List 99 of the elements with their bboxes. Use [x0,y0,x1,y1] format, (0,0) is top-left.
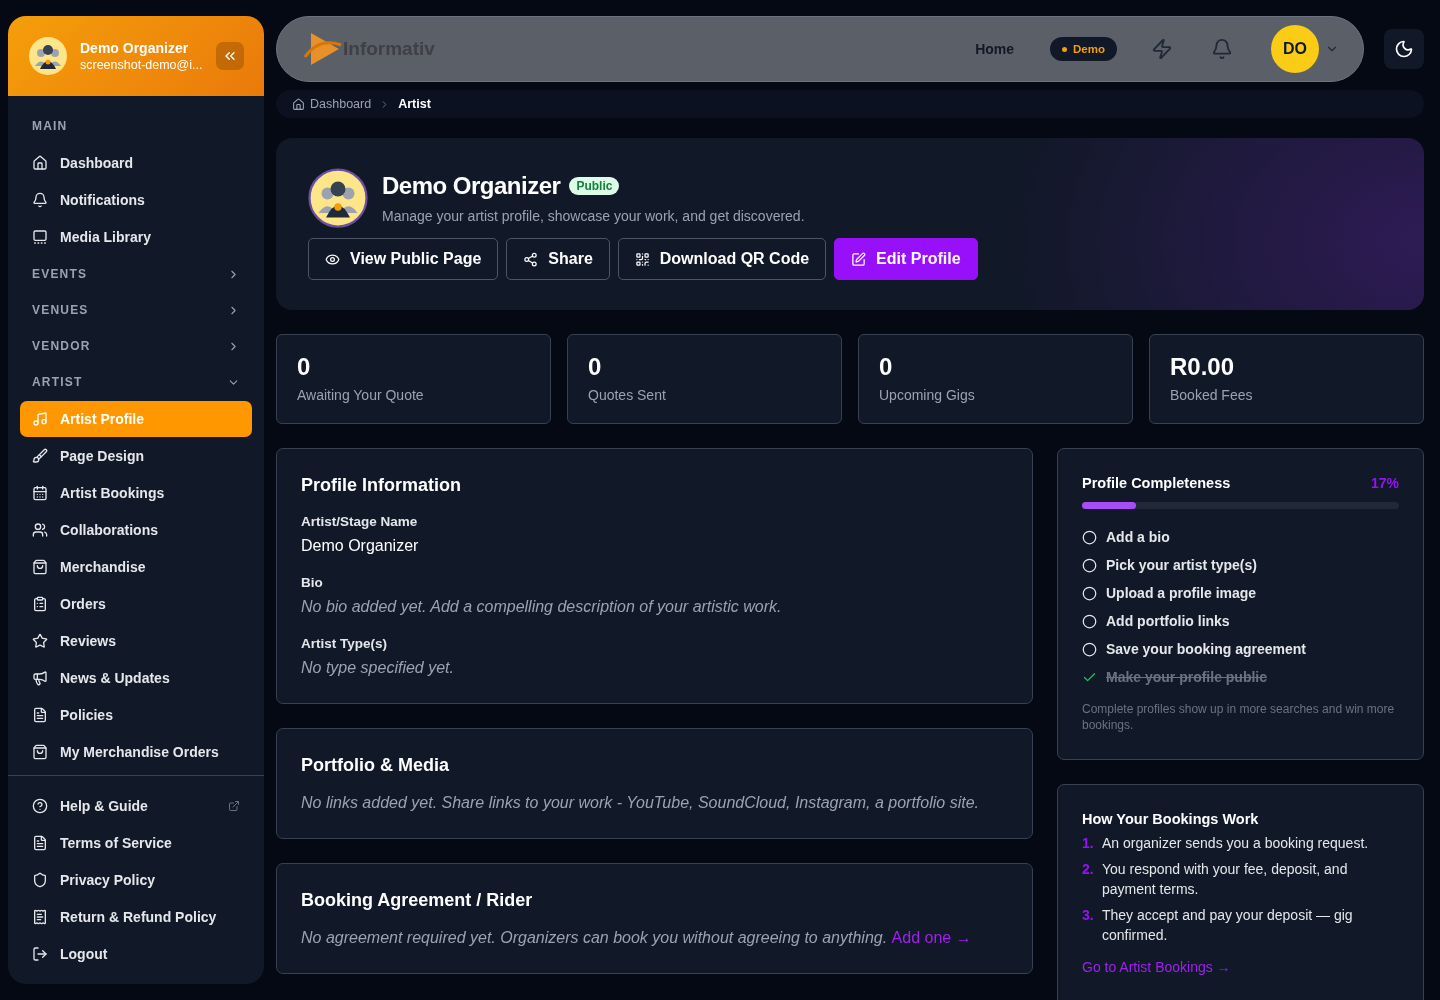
step-text: They accept and pay your deposit — gig confirmed. [1102,906,1354,945]
nav-icon [32,485,48,501]
user-avatar[interactable]: DO [1271,25,1319,73]
step-number: 3. [1082,906,1094,925]
nav-item[interactable]: Notifications [20,182,252,218]
user-name: Demo Organizer [80,40,190,56]
external-link-icon [228,800,240,812]
field-value: Demo Organizer [301,537,420,555]
nav-item[interactable]: Orders [20,586,252,622]
step-number: 2. [1082,860,1094,879]
nav-item[interactable]: Return & Refund Policy [20,899,252,935]
nav-item[interactable]: News & Updates [20,660,252,696]
nav-item[interactable]: Artist Bookings [20,475,252,511]
action-button[interactable]: Download QR Code [617,238,827,280]
step-text: An organizer sends you a booking request. [1102,834,1369,853]
field-value: No type specified yet. [301,659,455,677]
stat-label: Upcoming Gigs [879,387,976,403]
share-icon [523,251,539,267]
step-text: You respond with your fee, deposit, and payment terms. [1102,860,1349,899]
empty-message: No links added yet. Share links to your work - YouTube, SoundCloud, Instagram, a portfolio site. [301,794,980,812]
home-icon [292,97,305,111]
eye-icon [325,251,340,267]
field-label: Artist/Stage Name [301,514,419,529]
breadcrumb-item[interactable]: Artist [398,97,431,111]
stat-label: Quotes Sent [588,387,667,403]
user-email: screenshot-demo@i... [80,58,204,72]
field-value: No bio added yet. Add a compelling description of your artistic work. [301,598,783,616]
nav-icon [32,192,48,208]
card-title: Profile Completeness [1082,475,1231,491]
nav-icon [32,411,48,427]
theme-toggle-button[interactable] [1384,29,1424,69]
nav-section-heading[interactable]: EVENTS [32,267,88,281]
hint-text: Complete profiles show up in more searches and win more bookings. [1082,701,1396,733]
edit-icon [851,251,867,267]
status-badge: Public [569,177,620,195]
nav-icon [32,448,48,464]
nav-icon [32,909,48,925]
step-number: 1. [1082,834,1094,853]
stat-label: Booked Fees [1170,387,1254,403]
stat-value: 0 [588,353,603,381]
stat-value: R0.00 [1170,353,1236,381]
nav-icon [32,707,48,723]
nav-icon [32,835,48,851]
nav-icon [32,559,48,575]
nav-icon [32,798,48,814]
card-title: Profile Information [301,475,462,496]
collapse-button[interactable] [216,42,244,70]
nav-icon [32,872,48,888]
action-button[interactable]: Edit Profile [834,238,978,280]
nav-item[interactable]: Terms of Service [20,825,252,861]
stat-value: 0 [879,353,894,381]
avatar-icon [308,168,368,228]
nav-icon [32,229,48,245]
avatar-icon [28,36,68,76]
card-title: How Your Bookings Work [1082,811,1260,827]
empty-message: No agreement required yet. Organizers can book you without agreeing to anything. Add one → [301,929,973,947]
nav-icon [32,744,48,760]
stat-label: Awaiting Your Quote [297,387,425,403]
breadcrumb-item[interactable]: Dashboard [292,97,372,111]
field-label: Bio [301,575,324,590]
checklist-item: Upload a profile image [1106,585,1257,601]
checklist-item: Make your profile public [1106,669,1268,685]
nav-icon [32,946,48,962]
nav-section-heading: MAIN [32,119,68,133]
nav-item[interactable]: Reviews [20,623,252,659]
card-title: Portfolio & Media [301,755,450,776]
nav-section-heading[interactable]: ARTIST [32,375,83,389]
checklist-item: Add a bio [1106,529,1170,545]
checklist-item: Add portfolio links [1106,613,1230,629]
hero-subtitle: Manage your artist profile, showcase your work, and get discovered. [382,208,805,224]
action-button[interactable]: View Public Page [308,238,499,280]
artist-name: Demo Organizer [382,172,561,200]
nav-section-heading[interactable]: VENUES [32,303,89,317]
nav-icon [32,522,48,538]
checklist-item: Pick your artist type(s) [1106,557,1257,573]
moon-icon [1394,39,1414,59]
percent-text: 17% [1370,475,1399,491]
nav-section-heading[interactable]: VENDOR [32,339,91,353]
nav-item[interactable]: Policies [20,697,252,733]
qr-code-icon [634,251,650,267]
card-title: Booking Agreement / Rider [301,890,534,911]
nav-icon [32,670,48,686]
nav-icon [32,633,48,649]
nav-item[interactable]: My Merchandise Orders [20,734,252,770]
demo-badge: Demo [1050,37,1117,61]
nav-item[interactable]: Merchandise [20,549,252,585]
nav-item[interactable]: Collaborations [20,512,252,548]
nav-item[interactable]: Page Design [20,438,252,474]
nav-item[interactable]: Dashboard [20,145,252,181]
checklist-item: Save your booking agreement [1106,641,1306,657]
action-button[interactable]: Share [506,238,610,280]
stat-value: 0 [297,353,312,381]
nav-item[interactable]: Help & Guide [20,788,252,824]
field-label: Artist Type(s) [301,636,388,651]
nav-icon [32,596,48,612]
nav-item[interactable]: Media Library [20,219,252,255]
nav-item[interactable]: Logout [20,936,252,972]
nav-icon [32,155,48,171]
nav-item[interactable]: Privacy Policy [20,862,252,898]
